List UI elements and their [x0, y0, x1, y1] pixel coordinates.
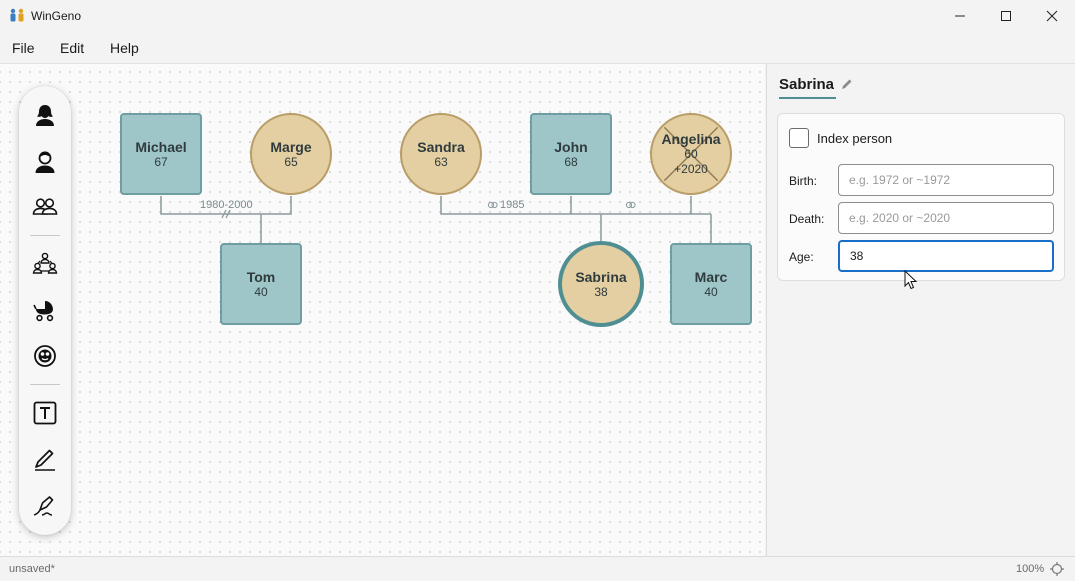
add-couple-tool[interactable]	[30, 192, 60, 222]
birth-field[interactable]	[838, 164, 1054, 196]
maximize-button[interactable]	[983, 0, 1029, 31]
person-age: 60	[684, 147, 698, 161]
relationship-lines	[160, 196, 712, 244]
ring-icon	[487, 201, 498, 209]
person-age: 40	[254, 284, 268, 299]
status-bar: unsaved* 100%	[0, 556, 1075, 581]
add-family-icon	[32, 252, 58, 274]
person-details-card: Index person Birth: Death: Age:	[777, 113, 1065, 281]
add-couple-icon	[32, 198, 58, 215]
person-name: Tom	[246, 268, 276, 285]
index-person-checkbox[interactable]	[789, 128, 809, 148]
tool-palette	[19, 86, 71, 535]
death-field[interactable]	[838, 202, 1054, 234]
relation-label-michael-marge: 1980-2000	[200, 199, 253, 211]
panel-title: Sabrina	[779, 76, 835, 93]
genogram-canvas[interactable]: 1980-2000 1985 Michael 67 Marge 65 Sandr…	[0, 64, 765, 556]
close-button[interactable]	[1029, 0, 1075, 31]
person-angelina[interactable]: Angelina 60 +2020	[650, 113, 732, 195]
person-name: Michael	[135, 138, 187, 155]
menu-help[interactable]: Help	[110, 40, 139, 56]
add-female-icon	[36, 105, 54, 126]
minimize-button[interactable]	[937, 0, 983, 31]
person-marc[interactable]: Marc 40	[670, 243, 752, 325]
app-logo-icon	[10, 8, 24, 22]
signature-tool[interactable]	[30, 490, 60, 520]
add-male-tool[interactable]	[30, 147, 60, 177]
toolbar-separator	[30, 235, 60, 236]
add-unknown-tool[interactable]	[30, 341, 60, 371]
person-name: Sabrina	[575, 268, 627, 285]
person-michael[interactable]: Michael 67	[120, 113, 202, 195]
fit-view-icon[interactable]	[1049, 561, 1065, 577]
person-age: 63	[434, 154, 448, 169]
person-tom[interactable]: Tom 40	[220, 243, 302, 325]
pen-tool[interactable]	[30, 444, 60, 474]
window-title: WinGeno	[31, 9, 82, 23]
add-unknown-icon	[34, 345, 56, 367]
age-field[interactable]	[838, 240, 1054, 272]
add-family-tool[interactable]	[30, 249, 60, 279]
relation-label-sandra-john: 1985	[500, 199, 525, 211]
person-name: Sandra	[417, 138, 465, 155]
person-name: Marc	[694, 268, 728, 285]
pencil-icon[interactable]	[840, 77, 854, 91]
title-underline	[779, 97, 836, 99]
zoom-level[interactable]: 100%	[1016, 563, 1044, 575]
maximize-icon	[1001, 10, 1011, 21]
person-age: 67	[154, 154, 168, 169]
person-marge[interactable]: Marge 65	[250, 113, 332, 195]
person-age: 40	[704, 284, 718, 299]
person-name: Angelina	[661, 131, 721, 147]
signature-tool-icon	[33, 496, 54, 516]
pen-tool-icon	[35, 449, 55, 471]
title-bar: WinGeno	[0, 0, 1075, 31]
index-person-label: Index person	[817, 131, 893, 146]
person-name: Marge	[270, 138, 312, 155]
death-label: Death:	[789, 212, 825, 226]
age-label: Age:	[789, 250, 814, 264]
menu-file[interactable]: File	[12, 40, 35, 56]
add-child-tool[interactable]	[30, 295, 60, 325]
person-name: John	[554, 138, 588, 155]
add-female-tool[interactable]	[30, 100, 60, 130]
close-icon	[1046, 10, 1058, 21]
person-age: 38	[594, 284, 608, 299]
person-john[interactable]: John 68	[530, 113, 612, 195]
person-sandra[interactable]: Sandra 63	[400, 113, 482, 195]
person-age: 68	[564, 154, 578, 169]
mouse-cursor-icon	[904, 270, 918, 290]
add-child-icon	[33, 301, 54, 322]
properties-panel: Sabrina Index person Birth: Death: Age:	[766, 64, 1075, 556]
birth-label: Birth:	[789, 174, 818, 188]
person-sabrina[interactable]: Sabrina 38	[558, 241, 644, 327]
text-tool-icon	[33, 401, 57, 425]
add-male-icon	[35, 151, 55, 173]
text-tool[interactable]	[30, 398, 60, 428]
person-death: +2020	[674, 162, 708, 176]
save-status: unsaved*	[9, 563, 55, 575]
minimize-icon	[955, 15, 965, 16]
person-age: 65	[284, 154, 298, 169]
menu-edit[interactable]: Edit	[60, 40, 84, 56]
ring-icon	[625, 201, 636, 209]
menu-bar: File Edit Help	[0, 31, 1075, 64]
toolbar-separator	[30, 384, 60, 385]
